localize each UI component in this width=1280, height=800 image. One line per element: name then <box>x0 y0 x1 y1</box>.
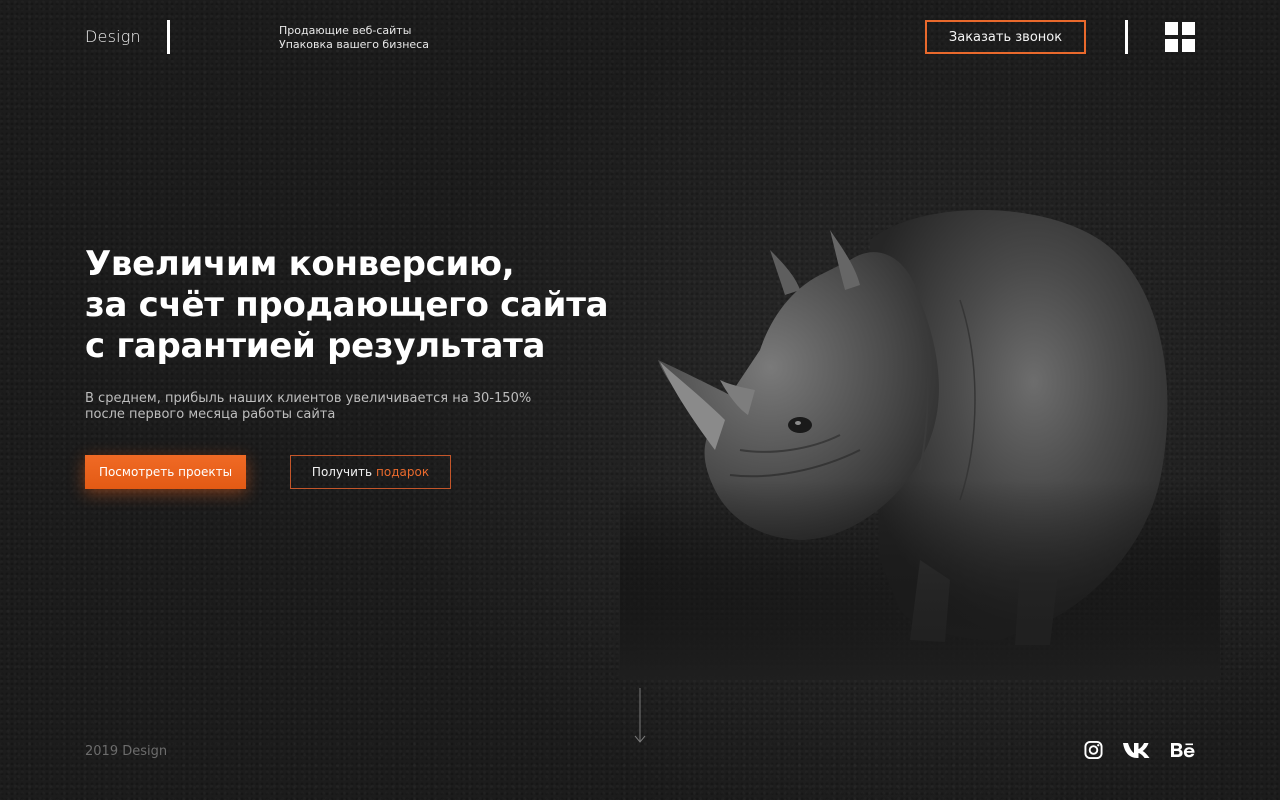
tagline: Продающие веб-сайты Упаковка вашего бизн… <box>279 24 429 52</box>
vk-icon[interactable] <box>1122 740 1152 760</box>
view-projects-button[interactable]: Посмотреть проекты <box>85 455 246 489</box>
header-divider-right <box>1125 20 1128 54</box>
hero-subtitle-line-2: после первого месяца работы сайта <box>85 407 336 422</box>
header-divider <box>167 20 170 54</box>
behance-icon[interactable] <box>1170 740 1196 760</box>
instagram-icon[interactable] <box>1084 740 1103 760</box>
landing-page: Design Продающие веб-сайты Упаковка ваше… <box>0 0 1280 800</box>
grid-menu-icon[interactable] <box>1165 22 1195 52</box>
hero-title-line-1: Увеличим конверсию, <box>85 244 515 284</box>
copyright: 2019 Design <box>85 744 168 759</box>
scroll-down-icon[interactable] <box>633 688 647 744</box>
hero-title-line-3: с гарантией результата <box>85 326 546 366</box>
hero-title-line-2: за счёт продающего сайта <box>85 285 609 325</box>
get-gift-button[interactable]: Получить подарок <box>290 455 451 489</box>
hero-title: Увеличим конверсию, за счёт продающего с… <box>85 244 609 367</box>
logo[interactable]: Design <box>85 27 141 46</box>
order-call-button[interactable]: Заказать звонок <box>925 20 1086 54</box>
get-gift-accent: подарок <box>376 465 430 479</box>
get-gift-label: Получить <box>311 465 373 479</box>
hero-subtitle-line-1: В среднем, прибыль наших клиентов увелич… <box>85 391 532 406</box>
hero-subtitle: В среднем, прибыль наших клиентов увелич… <box>85 391 531 423</box>
tagline-line-2: Упаковка вашего бизнеса <box>279 38 429 51</box>
rhino-image <box>620 210 1220 680</box>
tagline-line-1: Продающие веб-сайты <box>279 24 412 37</box>
